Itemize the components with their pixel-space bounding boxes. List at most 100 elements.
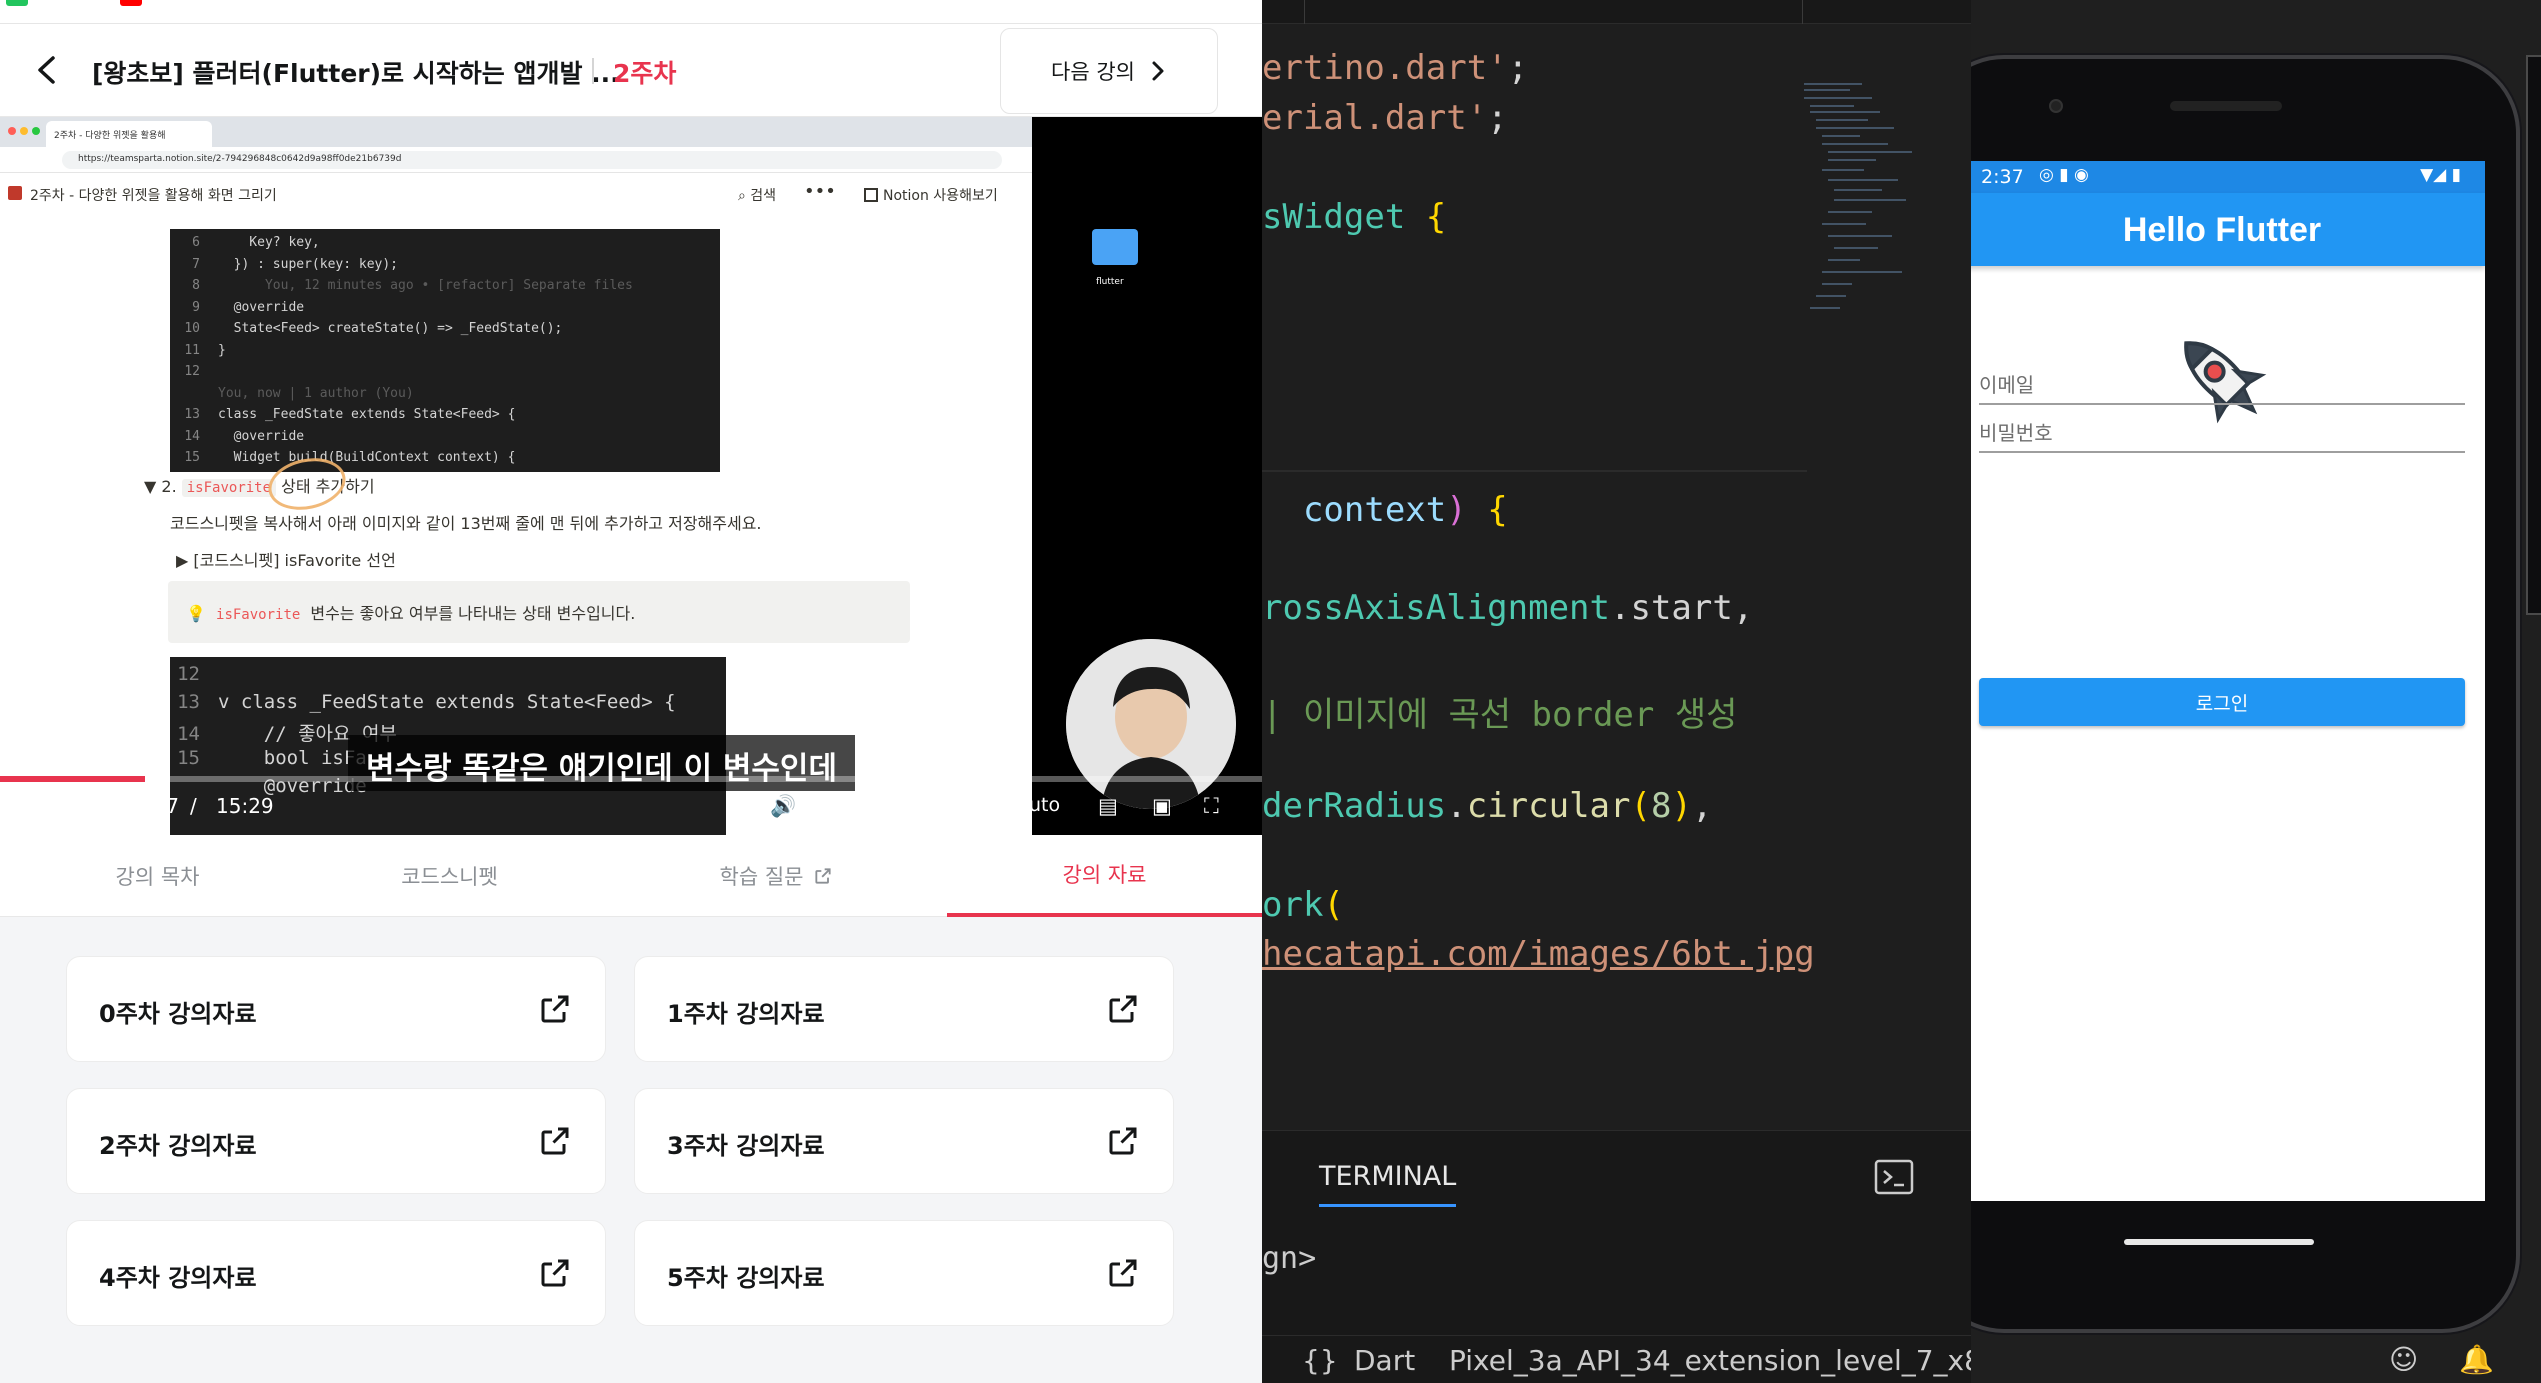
material-label: 5주차 강의자료 <box>667 1264 825 1292</box>
code-text: } <box>218 342 226 358</box>
material-label: 0주차 강의자료 <box>99 1000 257 1028</box>
login-button[interactable]: 로그인 <box>1979 678 2465 726</box>
external-link-icon <box>1109 1127 1137 1155</box>
code-text: You, now | 1 author (You) <box>218 385 414 401</box>
editor-minimap[interactable] <box>1802 80 1922 380</box>
notion-logo-icon <box>864 188 878 202</box>
terminal-tab[interactable]: TERMINAL <box>1319 1161 1457 1207</box>
code-line: 6 Key? key, <box>170 235 320 250</box>
material-card-week0[interactable]: 0주차 강의자료 <box>66 956 606 1062</box>
line-number: 10 <box>184 321 200 336</box>
code-token: ) <box>1671 786 1692 826</box>
copy-description: 코드스니펫을 복사해서 아래 이미지와 같이 13번째 줄에 맨 뒤에 추가하고… <box>170 514 762 533</box>
app-bar: Hello Flutter <box>1971 193 2485 266</box>
code-text: State<Feed> createState() => _FeedState(… <box>218 321 563 336</box>
bell-icon[interactable]: 🔔 <box>2459 1343 2494 1376</box>
rewind-10-icon[interactable]: ↺ <box>50 794 68 818</box>
captions-icon[interactable]: ▤ <box>1098 794 1118 818</box>
code-editor: ertino.dart'; erial.dart'; sWidget { cont… <box>1262 0 1971 1383</box>
tab-lecture-index[interactable]: 강의 목차 <box>0 835 315 917</box>
password-field[interactable]: 비밀번호 <box>1979 395 2465 453</box>
notion-open: Notion 사용해보기 <box>864 185 998 205</box>
tab-favicon-icon <box>6 0 28 6</box>
code-text: bool isFa <box>218 747 367 769</box>
youtube-tab-icon <box>120 0 142 6</box>
course-week-label: 2주차 <box>613 59 677 88</box>
status-language[interactable]: Dart <box>1354 1344 1415 1377</box>
tab-questions[interactable]: 학습 질문 <box>619 835 934 917</box>
tab-materials[interactable]: 강의 자료 <box>947 835 1262 917</box>
terminal-icon[interactable] <box>1874 1159 1914 1195</box>
code-text: }) : super(key: key); <box>218 256 399 272</box>
code-token: { <box>1466 490 1508 530</box>
browser-tab-strip <box>0 0 1262 24</box>
recorded-browser-tab: 2주차 - 다양한 위젯을 활용해 <box>46 121 212 147</box>
next-lecture-button[interactable]: 다음 강의 <box>1000 28 1218 114</box>
tab-materials-label: 강의 자료 <box>1062 863 1147 887</box>
notion-search: ⌕ 검색 <box>738 185 776 205</box>
code-text: class _FeedState extends State<Feed> { <box>218 407 516 422</box>
line-number: 13 <box>184 407 200 422</box>
code-line: 11} <box>170 342 226 358</box>
forward-10-icon[interactable]: ↻ <box>88 794 106 818</box>
fullscreen-icon[interactable]: ⛶ <box>1204 794 1219 819</box>
code-text: v class _FeedState extends State<Feed> { <box>218 691 676 713</box>
code-token: ork <box>1262 885 1324 925</box>
quality-button[interactable]: Auto <box>1016 794 1060 816</box>
step-number: 2. <box>161 477 177 496</box>
speed-button[interactable]: 1x <box>958 794 981 816</box>
external-link-icon <box>541 995 569 1023</box>
line-number: 11 <box>184 342 200 358</box>
code-line: 12 <box>170 663 218 685</box>
back-button[interactable] <box>28 50 68 90</box>
code-line: 13 v class _FeedState extends State<Feed>… <box>170 691 676 713</box>
time-total: 15:29 <box>216 794 274 818</box>
book-icon <box>8 186 22 200</box>
material-card-week1[interactable]: 1주차 강의자료 <box>634 956 1174 1062</box>
code-line: You, now | 1 author (You) <box>170 386 414 401</box>
terminal-prompt[interactable]: gn> <box>1262 1241 1316 1276</box>
search-icon: ⌕ <box>738 188 751 204</box>
material-card-week3[interactable]: 3주차 강의자료 <box>634 1088 1174 1194</box>
home-indicator[interactable] <box>2124 1239 2314 1245</box>
status-device-text: Pixel_3a_API_34_extension_level_7_x86_64… <box>1449 1344 1971 1377</box>
time-current: 1:47 <box>134 794 179 818</box>
volume-slider-fill <box>810 812 900 816</box>
window-min-dot <box>20 127 28 135</box>
editor-code-line: context) { <box>1262 490 1508 530</box>
email-label: 이메일 <box>1979 373 2035 397</box>
line-number: 12 <box>177 663 200 685</box>
editor-split-line <box>1262 470 1807 472</box>
line-number: 15 <box>177 747 200 769</box>
tab-code-snippet-label: 코드스니펫 <box>401 865 498 889</box>
pip-icon[interactable]: ▣ <box>1152 794 1172 818</box>
code-token: | 이미지에 곡선 border 생성 <box>1262 695 1738 735</box>
snippet-toggle-label: [코드스니펫] isFavorite 선언 <box>193 551 396 570</box>
code-token: sWidget <box>1262 197 1426 237</box>
external-link-icon <box>1109 1259 1137 1287</box>
code-token: ( <box>1630 786 1651 826</box>
next-lecture-label: 다음 강의 <box>1051 60 1135 84</box>
video-player[interactable]: 2주차 - 다양한 위젯을 활용해 https://teamsparta.not… <box>0 117 1262 835</box>
code-line: 14 @override <box>170 429 304 444</box>
toggle-triangle-icon: ▶ <box>176 551 194 570</box>
feedback-icon[interactable]: ☺ <box>2389 1343 2418 1376</box>
line-number: 15 <box>184 450 200 465</box>
material-card-week2[interactable]: 2주차 강의자료 <box>66 1088 606 1194</box>
notion-search-label: 검색 <box>750 188 777 204</box>
status-device[interactable]: Pixel_3a_API_34_extension_level_7_x86_64… <box>1449 1344 1971 1377</box>
material-card-week4[interactable]: 4주차 강의자료 <box>66 1220 606 1326</box>
callout-box: 💡 isFavorite 변수는 좋아요 여부를 나타내는 상태 변수입니다. <box>168 581 910 643</box>
play-icon[interactable]: ▶ <box>12 794 28 818</box>
code-token: derRadius <box>1262 786 1447 826</box>
code-line: 7 }) : super(key: key); <box>170 257 398 272</box>
code-line: 15 bool isFa <box>170 747 367 769</box>
material-card-week5[interactable]: 5주차 강의자료 <box>634 1220 1174 1326</box>
editor-status-bar: {} Dart Pixel_3a_API_34_extension_level_… <box>1262 1335 1971 1383</box>
recorded-browser-tabs: 2주차 - 다양한 위젯을 활용해 <box>0 117 1032 147</box>
earpiece-speaker <box>2170 101 2282 111</box>
volume-icon[interactable]: 🔊 <box>770 794 796 819</box>
tab-separator <box>1304 0 1305 24</box>
tab-code-snippet[interactable]: 코드스니펫 <box>292 835 607 917</box>
volume-slider[interactable] <box>810 812 926 816</box>
